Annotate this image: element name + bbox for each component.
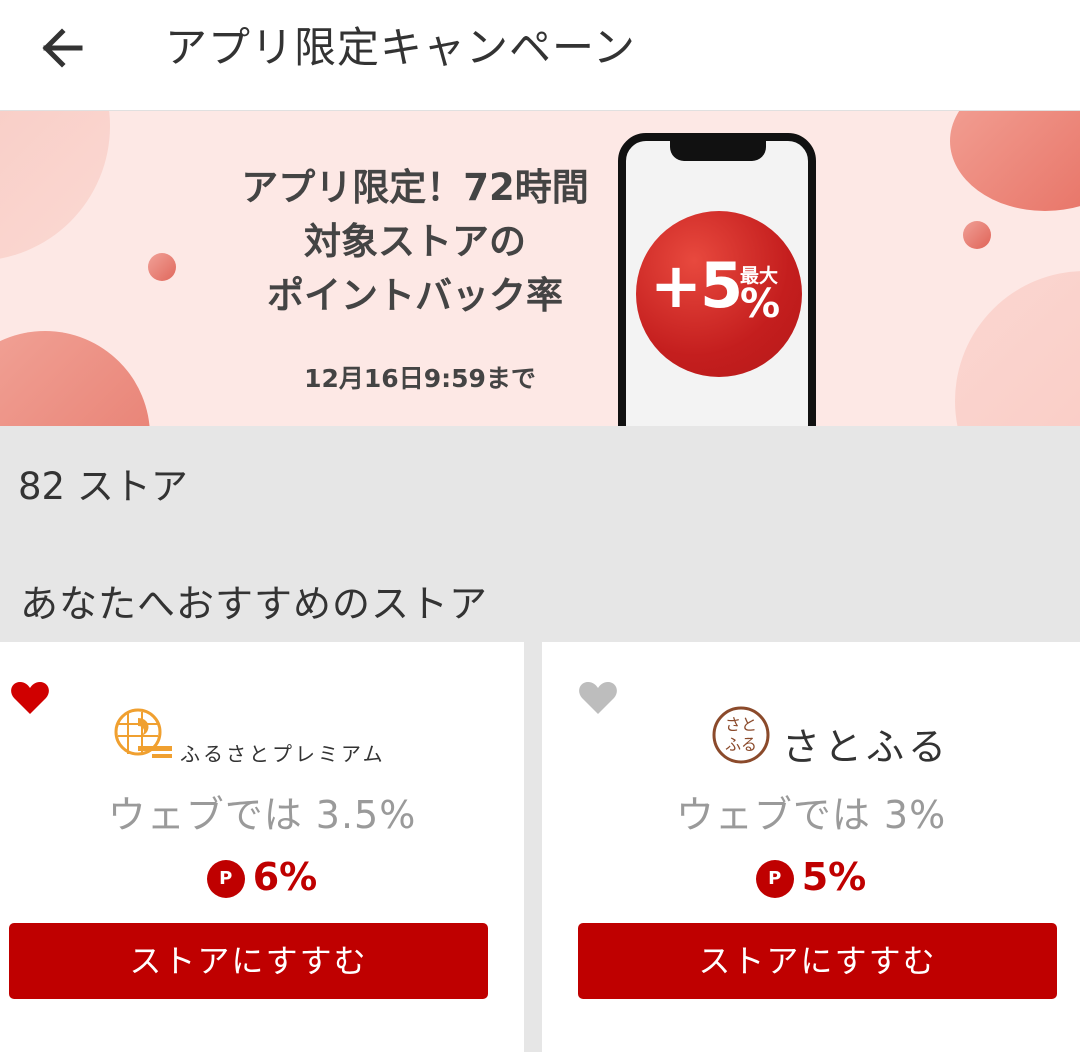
web-rate: ウェブでは 3.5% (107, 793, 417, 837)
store-count: 82 ストア (18, 465, 188, 508)
banner-headline: アプリ限定！72時間 対象ストアの ポイントバック率 (180, 161, 650, 323)
bonus-unit: % (740, 281, 781, 327)
point-rate-row: P 6% (0, 855, 524, 899)
go-to-store-button[interactable]: ストアにすすむ (9, 923, 488, 999)
point-icon: P (755, 860, 794, 898)
decor-circle (950, 111, 1080, 211)
svg-text:さと: さと (725, 715, 757, 734)
decor-circle (0, 111, 110, 261)
go-to-store-button[interactable]: ストアにすすむ (578, 923, 1057, 999)
decor-circle (955, 271, 1080, 426)
banner-deadline: 12月16日9:59まで (304, 364, 536, 393)
store-card[interactable]: さと ふる さとふる ウェブでは 3% P 5% ストアにすすむ (542, 642, 1080, 1052)
app-header: アプリ限定キャンペーン (0, 0, 1080, 111)
phone-notch (670, 139, 766, 161)
store-logo: ふるさとプレミアム (0, 704, 524, 766)
banner-line-2: 対象ストアの (304, 220, 526, 263)
decor-circle (148, 253, 176, 281)
decor-circle (0, 331, 150, 426)
arrow-left-icon[interactable] (32, 22, 94, 74)
page-title: アプリ限定キャンペーン (165, 23, 636, 72)
banner-line-1: アプリ限定！72時間 (241, 166, 589, 209)
point-rate: 5% (801, 855, 867, 899)
web-rate: ウェブでは 3% (675, 793, 947, 837)
point-icon: P (206, 860, 245, 898)
section-title: あなたへおすすめのストア (20, 582, 489, 626)
store-logo-text: さとふる (782, 725, 951, 769)
store-logo-text: ふるさとプレミアム (180, 742, 386, 766)
svg-text:ふる: ふる (725, 735, 757, 754)
banner-line-3: ポイントバック率 (267, 274, 563, 317)
point-rate-row: P 5% (542, 855, 1080, 899)
bonus-badge: +5 最大 % (636, 211, 802, 377)
decor-circle (963, 221, 991, 249)
campaign-banner[interactable]: アプリ限定！72時間 対象ストアの ポイントバック率 12月16日9:59まで … (0, 111, 1080, 426)
store-card[interactable]: ふるさとプレミアム ウェブでは 3.5% P 6% ストアにすすむ (0, 642, 524, 1052)
bonus-value: +5 (650, 249, 743, 322)
furusato-premium-logo-icon (114, 708, 172, 758)
point-rate: 6% (252, 855, 318, 899)
satofuru-seal-logo-icon: さと ふる (712, 706, 770, 764)
store-logo: さと ふる さとふる (542, 704, 1080, 769)
